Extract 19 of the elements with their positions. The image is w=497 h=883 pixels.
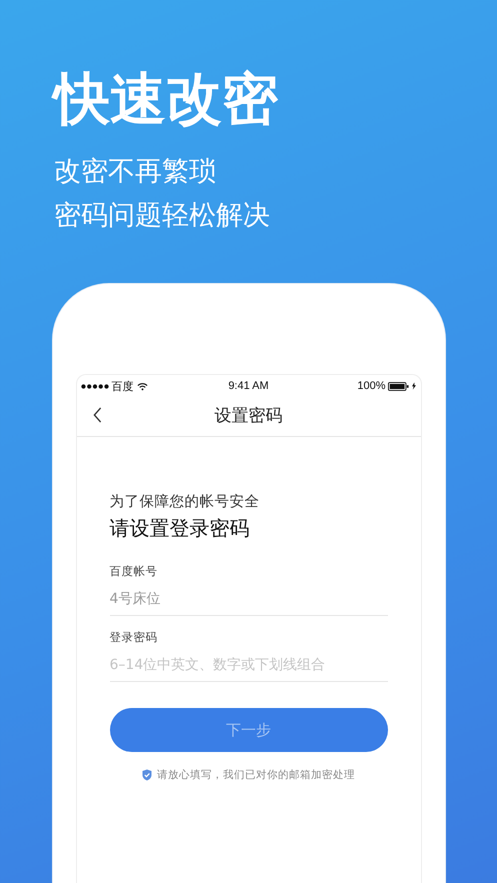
field-label: 登录密码 [110,630,158,645]
intro-text: 为了保障您的帐号安全 [110,492,260,511]
signal-icon [80,384,108,388]
subtitle: 改密不再繁琐 [54,155,217,189]
subtitle: 密码问题轻松解决 [54,199,271,233]
battery-icon [388,382,410,390]
carrier: 百度 [112,380,134,394]
charging-icon [412,382,416,390]
status-time: 9:41 AM [228,380,269,392]
input-field[interactable]: 4号床位 [110,579,388,616]
shield-icon [142,769,152,781]
input-field[interactable]: 6–14位中英文、数字或下划线组合 [110,645,388,682]
back-icon[interactable] [92,407,102,423]
battery-percent: 100% [357,380,386,392]
nav-title: 设置密码 [214,404,282,426]
field-label: 百度帐号 [110,564,158,579]
privacy-note: 请放心填写，我们已对你的邮箱加密处理 [157,768,355,782]
wifi-icon [136,382,148,390]
form-heading: 请设置登录密码 [110,515,250,542]
